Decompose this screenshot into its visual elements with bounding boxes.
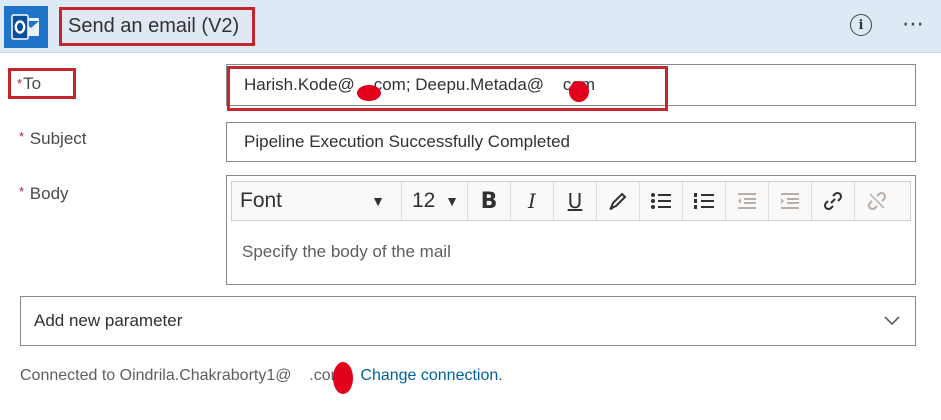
bold-icon[interactable]: B — [468, 182, 511, 220]
change-connection-link[interactable]: Change connection. — [360, 367, 502, 385]
bullet-list-icon[interactable] — [640, 182, 683, 220]
subject-label: * Subject — [19, 129, 87, 149]
outlook-icon — [4, 6, 48, 48]
to-label: * To — [8, 68, 76, 99]
subject-field[interactable]: Pipeline Execution Successfully Complete… — [226, 122, 916, 162]
unlink-icon[interactable] — [855, 182, 898, 220]
more-options-icon[interactable]: ⋯ — [898, 9, 930, 39]
required-mark: * — [19, 129, 25, 144]
highlight-pen-icon[interactable] — [597, 182, 640, 220]
required-mark: * — [19, 184, 25, 199]
font-size-dropdown[interactable]: 12 ▼ — [402, 182, 468, 220]
chevron-down-icon — [884, 316, 900, 326]
font-family-dropdown[interactable]: Font ▼ — [232, 182, 402, 220]
to-label-text: To — [23, 73, 42, 93]
to-field[interactable]: Harish.Kode@ com; Deepu.Metada@ com — [226, 64, 916, 106]
connected-to-text: Connected to Oindrila.Chakraborty1@ .com… — [20, 367, 349, 384]
body-label-text: Body — [29, 184, 69, 203]
increase-indent-icon[interactable] — [769, 182, 812, 220]
subject-field-value: Pipeline Execution Successfully Complete… — [244, 132, 571, 151]
to-field-value: Harish.Kode@ com; Deepu.Metada@ com — [244, 75, 596, 94]
action-title[interactable]: Send an email (V2) — [59, 7, 255, 46]
subject-label-text: Subject — [29, 129, 87, 148]
required-mark: * — [17, 76, 23, 91]
info-icon[interactable]: i — [850, 14, 872, 36]
add-new-parameter-label: Add new parameter — [34, 311, 183, 330]
numbered-list-icon[interactable] — [683, 182, 726, 220]
body-placeholder: Specify the body of the mail — [242, 242, 451, 261]
rich-text-toolbar: Font ▼ 12 ▼ B I U — [231, 181, 911, 221]
body-editor[interactable]: Font ▼ 12 ▼ B I U Specify the body of th… — [226, 175, 916, 285]
decrease-indent-icon[interactable] — [726, 182, 769, 220]
caret-down-icon: ▼ — [445, 193, 459, 209]
caret-down-icon: ▼ — [371, 193, 385, 209]
underline-icon[interactable]: U — [554, 182, 597, 220]
italic-icon[interactable]: I — [511, 182, 554, 220]
connection-footer: Connected to Oindrila.Chakraborty1@ .com… — [20, 367, 503, 385]
add-new-parameter-dropdown[interactable]: Add new parameter — [20, 296, 916, 346]
body-label: * Body — [19, 184, 69, 204]
font-family-value: Font — [240, 189, 283, 212]
font-size-value: 12 — [412, 189, 436, 212]
link-icon[interactable] — [812, 182, 855, 220]
